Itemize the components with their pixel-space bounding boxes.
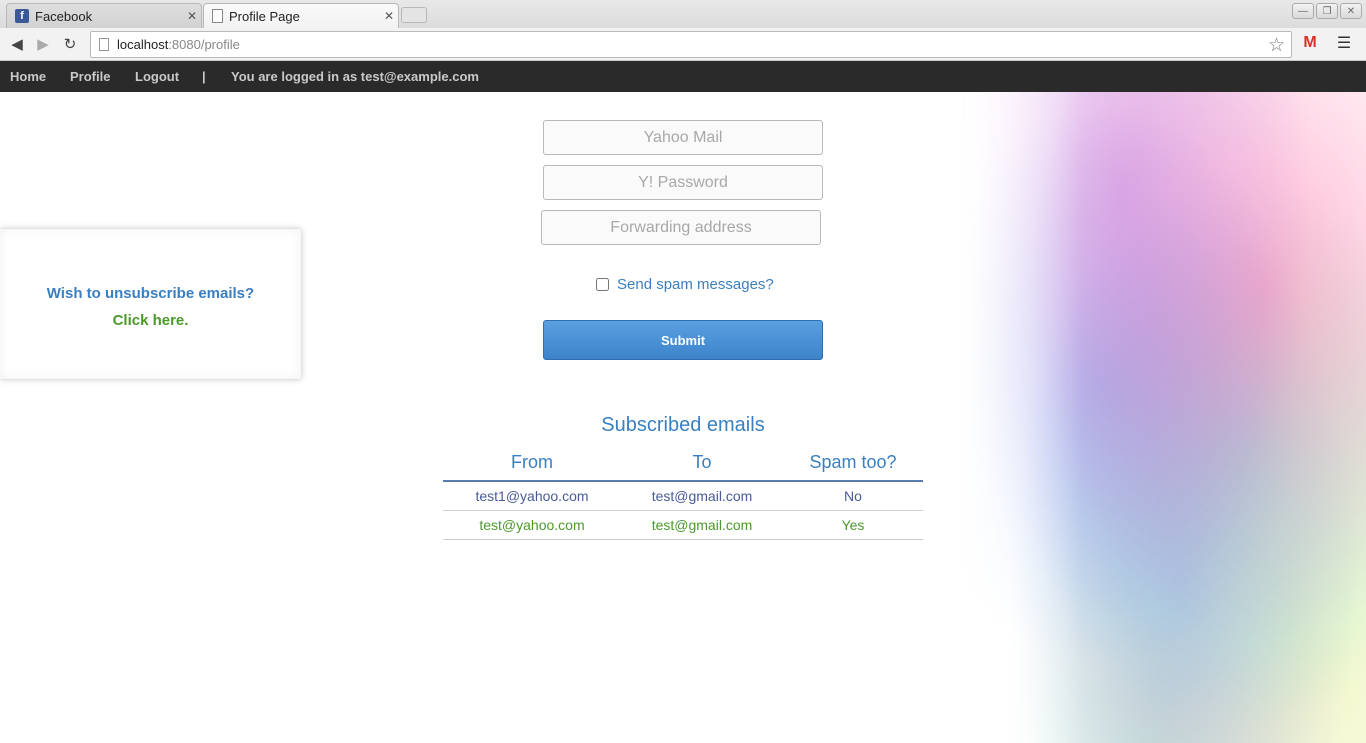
tab-title: Facebook — [35, 8, 93, 24]
nav-profile-link[interactable]: Profile — [70, 69, 110, 84]
column-header-to: To — [621, 444, 783, 482]
cell-spam: No — [783, 481, 923, 511]
logged-in-status: You are logged in as test@example.com — [231, 69, 479, 84]
close-tab-icon[interactable]: ✕ — [183, 9, 201, 23]
new-tab-button[interactable] — [401, 7, 427, 23]
send-spam-label[interactable]: Send spam messages? — [617, 276, 774, 293]
cell-to: test@gmail.com — [621, 510, 783, 540]
send-spam-option: Send spam messages? — [596, 276, 774, 293]
tab-title: Profile Page — [229, 8, 300, 24]
unsubscribe-card: Wish to unsubscribe emails? Click here. — [0, 229, 301, 379]
browser-toolbar: ◀ ▶ ↻ localhost:8080/profile ☆ M ☰ — [0, 28, 1366, 61]
address-bar[interactable]: localhost:8080/profile ☆ — [90, 31, 1292, 58]
unsubscribe-question: Wish to unsubscribe emails? — [46, 285, 255, 302]
tab-facebook[interactable]: f Facebook ✕ — [6, 3, 202, 28]
menu-icon[interactable]: ☰ — [1334, 33, 1354, 53]
yahoo-password-input[interactable] — [543, 165, 823, 200]
reload-icon[interactable]: ↻ — [59, 33, 81, 55]
site-navbar: Home Profile Logout | You are logged in … — [0, 61, 1366, 92]
url-path: :8080/profile — [168, 37, 240, 52]
subscribed-emails-table: From To Spam too? test1@yahoo.com test@g… — [443, 444, 923, 540]
bookmark-star-icon[interactable]: ☆ — [1268, 34, 1285, 57]
nav-logout-link[interactable]: Logout — [135, 69, 179, 84]
cell-from: test1@yahoo.com — [443, 481, 621, 511]
table-row: test1@yahoo.com test@gmail.com No — [443, 481, 923, 511]
page-icon — [212, 9, 223, 23]
cell-spam: Yes — [783, 510, 923, 540]
subscribed-emails-title: Subscribed emails — [601, 414, 765, 436]
forward-arrow-icon[interactable]: ▶ — [32, 33, 54, 55]
close-tab-icon[interactable]: ✕ — [380, 9, 398, 23]
yahoo-mail-input[interactable] — [543, 120, 823, 155]
browser-tab-strip: f Facebook ✕ Profile Page ✕ — ❐ ✕ — [0, 0, 1366, 28]
tab-profile-page[interactable]: Profile Page ✕ — [203, 3, 399, 28]
decorative-background-swirl — [960, 92, 1366, 743]
cell-from: test@yahoo.com — [443, 510, 621, 540]
restore-icon[interactable]: ❐ — [1316, 3, 1338, 19]
nav-home-link[interactable]: Home — [10, 69, 46, 84]
nav-separator: | — [202, 69, 206, 84]
close-window-icon[interactable]: ✕ — [1340, 3, 1362, 19]
unsubscribe-link[interactable]: Click here. — [0, 312, 301, 329]
table-row: test@yahoo.com test@gmail.com Yes — [443, 510, 923, 540]
column-header-spam: Spam too? — [783, 444, 923, 482]
page-icon — [99, 38, 109, 51]
column-header-from: From — [443, 444, 621, 482]
minimize-icon[interactable]: — — [1292, 3, 1314, 19]
window-controls: — ❐ ✕ — [1292, 3, 1362, 19]
forwarding-address-input[interactable] — [541, 210, 821, 245]
gmail-icon[interactable]: M — [1300, 33, 1320, 53]
submit-button[interactable]: Submit — [543, 320, 823, 360]
url-host: localhost — [117, 37, 169, 52]
table-header-row: From To Spam too? — [443, 444, 923, 482]
send-spam-checkbox[interactable] — [596, 278, 609, 291]
facebook-icon: f — [15, 9, 29, 23]
back-arrow-icon[interactable]: ◀ — [6, 33, 28, 55]
cell-to: test@gmail.com — [621, 481, 783, 511]
